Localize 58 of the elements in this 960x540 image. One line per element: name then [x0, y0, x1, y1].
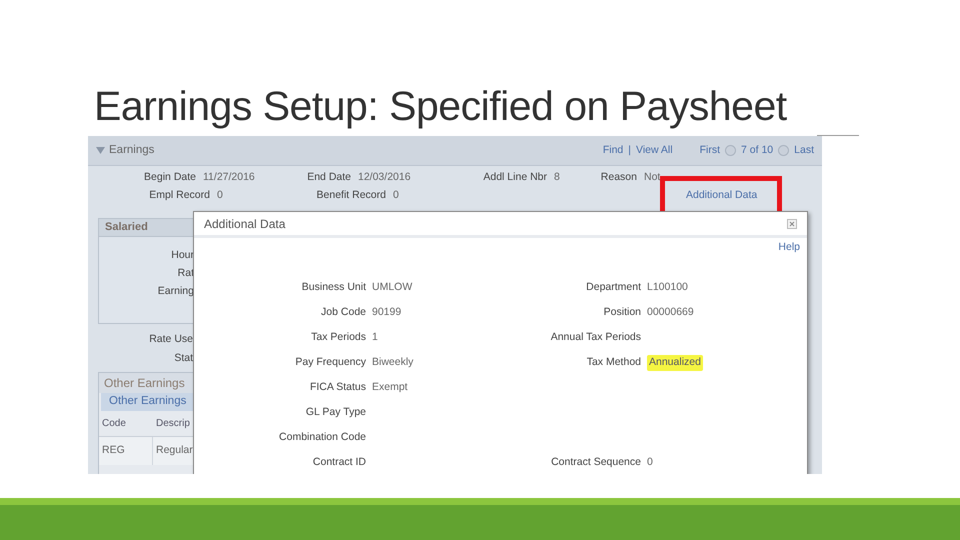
column-header: Code [102, 417, 126, 431]
dialog-title: Additional Data [204, 216, 286, 232]
field-label: Reason [600, 170, 637, 186]
field-label: Addl Line Nbr [482, 170, 547, 186]
field-label: Combination Code [279, 430, 366, 446]
group-title: Salaried [105, 220, 148, 236]
field-label: Begin Date [143, 170, 196, 186]
field-value: 0 [393, 188, 399, 204]
field-label: Benefit Record [316, 188, 386, 204]
field-value: Not [644, 170, 660, 186]
field-value: Exempt [372, 380, 408, 396]
close-icon[interactable] [787, 218, 797, 228]
section-title: Earnings [109, 142, 154, 158]
field-value: Annualized [647, 355, 703, 372]
find-link[interactable]: Find [602, 142, 624, 158]
field-label: Rat [178, 266, 194, 282]
field-label: Contract Sequence [551, 455, 641, 470]
table-cell-text: Regular [156, 443, 193, 458]
link-separator: | [628, 142, 632, 158]
field-label: Contract ID [312, 455, 366, 470]
field-label: End Date [306, 170, 351, 186]
field-label: Tax Method [586, 355, 641, 370]
field-value: 11/27/2016 [203, 170, 255, 186]
field-label: Rate Use [149, 332, 193, 347]
field-label: Empl Record [148, 188, 210, 204]
help-link[interactable]: Help [778, 240, 800, 256]
column-header: Descrip [156, 417, 190, 431]
page-position: 7 of 10 [741, 142, 774, 158]
field-value: 0 [217, 188, 223, 204]
field-label: Annual Tax Periods [550, 330, 641, 346]
field-label: GL Pay Type [306, 405, 366, 420]
field-label: FICA Status [310, 380, 366, 396]
table-cell-text: REG [102, 443, 125, 458]
last-link[interactable]: Last [794, 142, 814, 158]
field-value: Biweekly [372, 355, 414, 370]
field-label: Hour [171, 248, 194, 264]
field-label: Stat [174, 350, 193, 366]
caret-icon[interactable] [96, 147, 105, 154]
field-value: 90199 [372, 305, 402, 320]
field-value: 00000669 [647, 305, 694, 320]
additional-data-link[interactable]: Additional Data [686, 188, 758, 204]
field-value: 0 [647, 455, 653, 470]
slide-title: Earnings Setup: Specified on Paysheet [94, 82, 787, 130]
field-value: UMLOW [372, 280, 412, 296]
field-label: Job Code [321, 305, 366, 320]
first-link[interactable]: First [700, 142, 720, 158]
view-all-link[interactable]: View All [636, 142, 673, 158]
field-value: 1 [372, 330, 378, 346]
field-label: Earning [158, 284, 194, 300]
field-value: 8 [554, 170, 560, 186]
field-label: Position [604, 305, 641, 320]
field-label: Tax Periods [311, 330, 366, 346]
field-value: 12/03/2016 [358, 170, 411, 186]
field-label: Pay Frequency [295, 355, 366, 370]
field-value: L100100 [647, 280, 688, 296]
field-label: Department [586, 280, 641, 296]
group-title: Other Earnings [104, 375, 185, 392]
field-label: Business Unit [302, 280, 366, 296]
